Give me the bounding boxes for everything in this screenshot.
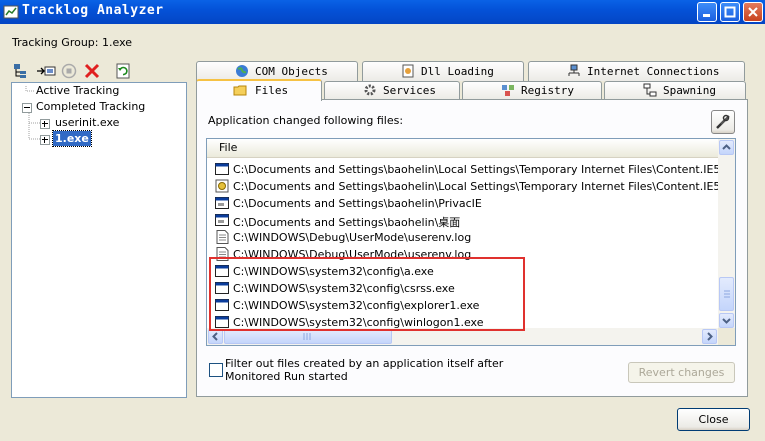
globe-icon [236, 65, 248, 77]
tab-label: COM Objects [255, 65, 328, 78]
tools-icon [716, 114, 730, 129]
close-button[interactable]: Close [677, 408, 750, 431]
scroll-up-button[interactable] [719, 140, 734, 155]
file-path: C:\Documents and Settings\baohelin\Local… [233, 163, 736, 176]
exe-file-icon [215, 299, 229, 311]
app-icon [3, 5, 19, 19]
tracking-tree[interactable]: Active Tracking Completed Tracking useri… [11, 82, 187, 398]
tab-label: Registry [521, 84, 574, 97]
collapse-icon[interactable] [22, 103, 32, 113]
chevron-right-icon [707, 332, 713, 341]
grip-icon [724, 290, 730, 298]
exe-file-icon [215, 282, 229, 294]
export-icon[interactable] [36, 62, 56, 80]
spawn-icon [643, 83, 657, 97]
registry-icon [502, 85, 514, 96]
tab-com-objects[interactable]: COM Objects [196, 61, 358, 81]
filter-label-line2: Monitored Run started [225, 370, 348, 383]
files-list[interactable]: File C:\Documents and Settings\baohelin\… [206, 138, 736, 346]
tree-item-completed-tracking[interactable]: Completed Tracking [36, 100, 145, 113]
title-bar: Tracklog Analyzer [0, 0, 765, 24]
file-path: C:\WINDOWS\system32\config\a.exe [233, 265, 434, 278]
file-path: C:\WINDOWS\system32\config\csrss.exe [233, 282, 455, 295]
scroll-thumb-horizontal[interactable] [224, 329, 392, 344]
file-path: C:\Documents and Settings\baohelin\桌面 [233, 216, 461, 229]
horizontal-scrollbar[interactable] [207, 328, 719, 345]
close-window-button[interactable] [743, 2, 763, 22]
tab-label: Dll Loading [421, 65, 494, 78]
tracking-group-label: Tracking Group: [12, 36, 99, 49]
file-path: C:\Documents and Settings\baohelin\Priva… [233, 197, 482, 210]
filter-label-line1: Filter out files created by an applicati… [225, 357, 504, 370]
chevron-down-icon [722, 318, 731, 324]
file-path: C:\WINDOWS\Debug\UserMode\userenv.log [233, 231, 472, 244]
tree-item-active-tracking[interactable]: Active Tracking [36, 84, 119, 97]
scroll-corner [718, 328, 735, 345]
minimize-icon [703, 14, 710, 17]
tab-label: Internet Connections [587, 65, 720, 78]
window-file-icon [215, 197, 229, 209]
exe-file-icon [215, 265, 229, 277]
tab-label: Files [255, 84, 289, 97]
expand-icon[interactable] [40, 119, 50, 129]
folder-icon [233, 85, 247, 96]
exe-file-icon [215, 316, 229, 328]
network-icon [568, 64, 580, 76]
grip-icon [303, 333, 311, 340]
tab-registry[interactable]: Registry [462, 81, 602, 99]
file-path: C:\Documents and Settings\baohelin\Local… [233, 180, 736, 193]
close-icon [748, 7, 758, 17]
file-path: C:\WINDOWS\system32\config\explorer1.exe [233, 299, 480, 312]
text-file-icon [216, 230, 229, 244]
maximize-button[interactable] [720, 2, 740, 22]
scroll-thumb[interactable] [719, 277, 734, 311]
column-header-label: File [219, 141, 238, 154]
tab-services[interactable]: Services [324, 81, 460, 99]
tab-label: Services [383, 84, 436, 97]
stop-icon[interactable] [60, 62, 78, 80]
scroll-left-button[interactable] [208, 329, 223, 344]
window-title: Tracklog Analyzer [22, 3, 164, 18]
delete-icon[interactable] [83, 62, 101, 80]
tab-label: Spawning [663, 84, 716, 97]
text-file-icon [216, 247, 229, 261]
tab-spawning[interactable]: Spawning [604, 81, 746, 99]
chevron-up-icon [722, 144, 731, 150]
scroll-right-button[interactable] [702, 329, 717, 344]
dll-icon [402, 64, 414, 78]
tree-item-1exe[interactable]: 1.exe [52, 130, 92, 147]
chevron-left-icon [212, 332, 218, 341]
tracking-group-value: 1.exe [102, 36, 133, 49]
tab-files[interactable]: Files [196, 79, 322, 101]
tools-button[interactable] [711, 110, 735, 134]
expand-icon[interactable] [40, 135, 50, 145]
window-file-icon [215, 214, 229, 226]
scroll-down-button[interactable] [719, 313, 734, 328]
tab-dll-loading[interactable]: Dll Loading [362, 61, 524, 81]
window-file-icon [215, 163, 229, 175]
filter-checkbox[interactable] [209, 363, 223, 377]
refresh-icon[interactable] [114, 62, 132, 80]
column-header-file[interactable]: File [207, 139, 719, 158]
file-path: C:\WINDOWS\Debug\UserMode\userenv.log [233, 248, 472, 261]
tab-internet-connections[interactable]: Internet Connections [528, 61, 745, 81]
gear-file-icon [215, 179, 229, 193]
gear-icon [364, 84, 376, 96]
tree-view-icon[interactable] [12, 62, 30, 80]
vertical-scrollbar[interactable] [718, 139, 735, 329]
revert-changes-button[interactable]: Revert changes [628, 362, 735, 383]
maximize-icon [724, 6, 736, 18]
files-caption: Application changed following files: [208, 114, 404, 127]
minimize-button[interactable] [697, 2, 717, 22]
tree-item-userinit[interactable]: userinit.exe [55, 116, 119, 129]
